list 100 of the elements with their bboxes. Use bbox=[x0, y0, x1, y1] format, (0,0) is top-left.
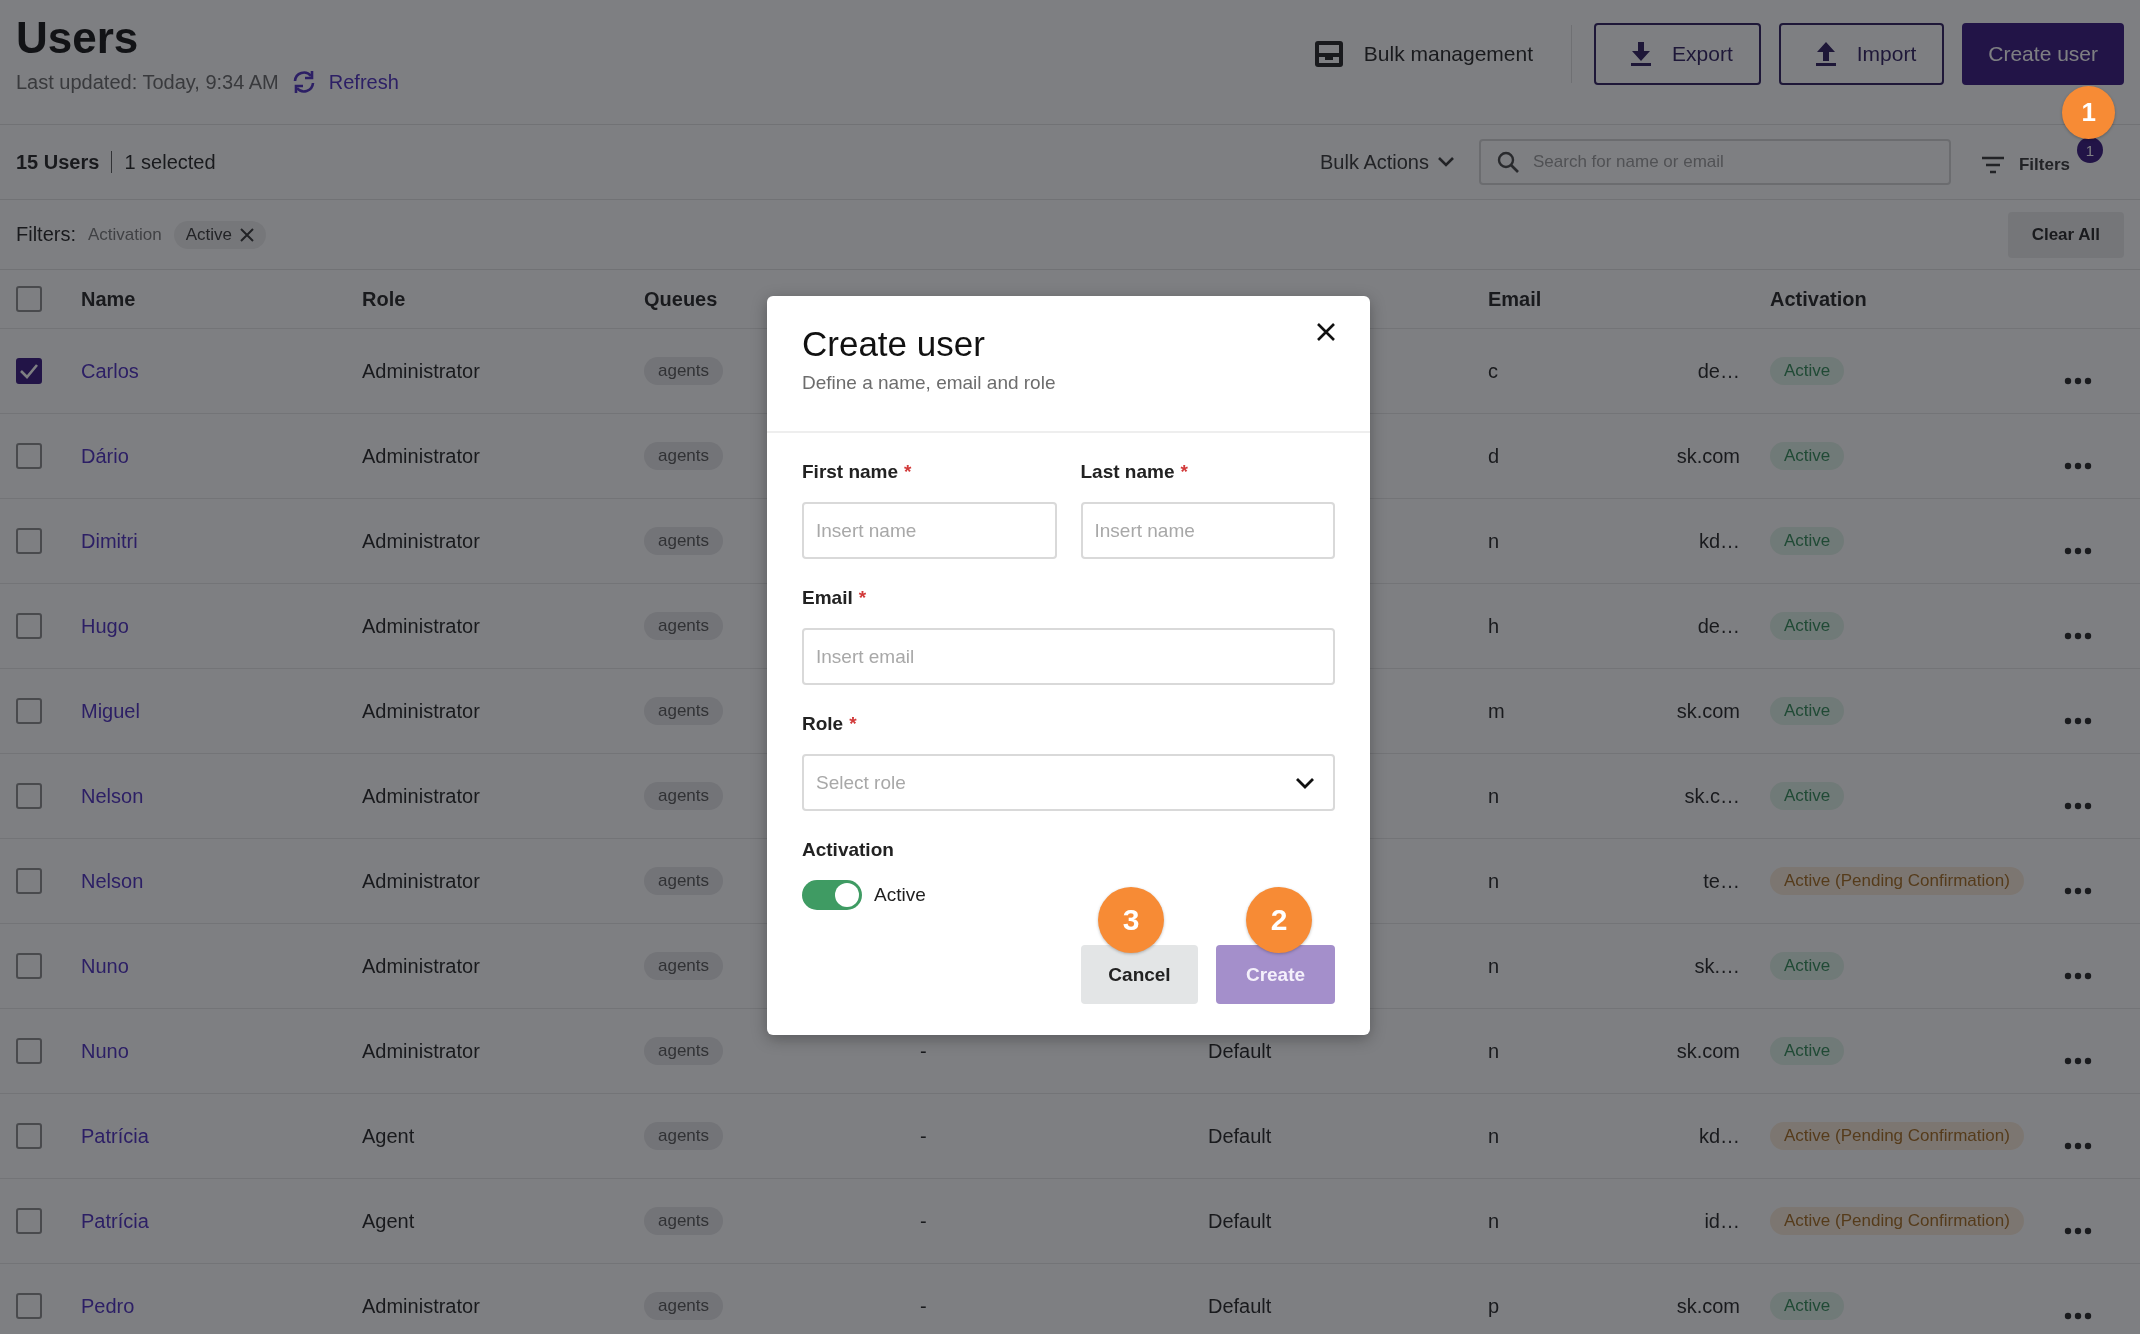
activation-label: Activation bbox=[802, 838, 895, 862]
checkbox[interactable] bbox=[16, 1208, 42, 1234]
more-icon[interactable] bbox=[2064, 972, 2092, 980]
user-name-link[interactable]: Hugo bbox=[81, 614, 129, 638]
user-name-link[interactable]: Dário bbox=[81, 444, 129, 468]
checkbox[interactable] bbox=[16, 1123, 42, 1149]
field-label: Role * bbox=[802, 712, 858, 736]
page-title: Users bbox=[16, 14, 140, 62]
select-field[interactable]: Select role bbox=[802, 754, 1335, 811]
table-cell-text: - bbox=[920, 1039, 928, 1063]
filter-field-label: Activation bbox=[88, 224, 162, 245]
more-icon[interactable] bbox=[2064, 632, 2092, 640]
status-tag: Active bbox=[1770, 442, 1845, 470]
search-icon bbox=[1496, 151, 1519, 173]
bulk-management-button[interactable]: Bulk management bbox=[1297, 23, 1550, 85]
table-cell-text: - bbox=[920, 1209, 928, 1233]
queue-tag: agents bbox=[644, 442, 724, 470]
close-icon bbox=[240, 227, 254, 242]
user-name-link[interactable]: Dimitri bbox=[81, 529, 138, 553]
user-count: 15 Users bbox=[16, 150, 100, 174]
checkbox[interactable] bbox=[16, 1038, 42, 1064]
checkbox[interactable] bbox=[16, 1293, 42, 1319]
status-tag: Active bbox=[1770, 357, 1845, 385]
input-field[interactable]: Insert email bbox=[802, 628, 1335, 685]
role-cell-text: Administrator bbox=[362, 444, 481, 468]
more-icon[interactable] bbox=[2064, 887, 2092, 895]
email-cell-end: de… bbox=[1697, 359, 1740, 383]
status-tag: Active (Pending Confirmation) bbox=[1770, 1207, 2024, 1235]
checkbox[interactable] bbox=[16, 953, 42, 979]
column-header: Queues bbox=[644, 287, 719, 311]
cancel-button[interactable]: Cancel bbox=[1081, 945, 1198, 1004]
input-field[interactable]: Insert name bbox=[802, 502, 1057, 559]
table-cell-text: Default bbox=[1208, 1294, 1273, 1318]
queue-tag: agents bbox=[644, 867, 724, 895]
clear-all-button[interactable]: Clear All bbox=[2007, 211, 2124, 258]
checkbox[interactable] bbox=[16, 528, 42, 554]
more-icon[interactable] bbox=[2064, 1227, 2092, 1235]
email-cell-start: n bbox=[1488, 529, 1500, 553]
more-icon[interactable] bbox=[2064, 802, 2092, 810]
tray-icon bbox=[1313, 40, 1344, 68]
select-all-checkbox[interactable] bbox=[16, 286, 42, 312]
email-cell-end: kd… bbox=[1698, 1124, 1740, 1148]
checkbox[interactable] bbox=[16, 783, 42, 809]
user-name-link[interactable]: Nelson bbox=[81, 869, 144, 893]
queue-tag: agents bbox=[644, 697, 724, 725]
email-cell-start: c bbox=[1488, 359, 1498, 383]
table-cell-text: - bbox=[920, 1124, 928, 1148]
toggle-label: Active bbox=[874, 884, 926, 906]
user-name-link[interactable]: Nuno bbox=[81, 1039, 129, 1063]
queue-tag: agents bbox=[644, 1122, 724, 1150]
email-cell-end: sk.com bbox=[1676, 444, 1740, 468]
role-cell-text: Agent bbox=[362, 1209, 416, 1233]
checkbox[interactable] bbox=[16, 698, 42, 724]
role-cell-text: Administrator bbox=[362, 1039, 481, 1063]
filter-icon bbox=[1980, 156, 2005, 174]
more-icon[interactable] bbox=[2064, 1057, 2092, 1065]
user-name-link[interactable]: Miguel bbox=[81, 699, 140, 723]
checkbox[interactable] bbox=[16, 613, 42, 639]
user-name-link[interactable]: Pedro bbox=[81, 1294, 135, 1318]
user-name-link[interactable]: Patrícia bbox=[81, 1209, 149, 1233]
more-icon[interactable] bbox=[2064, 717, 2092, 725]
email-cell-start: n bbox=[1488, 1039, 1500, 1063]
more-icon[interactable] bbox=[2064, 377, 2092, 385]
role-cell-text: Administrator bbox=[362, 614, 481, 638]
user-name-link[interactable]: Patrícia bbox=[81, 1124, 149, 1148]
toggle-switch[interactable] bbox=[802, 880, 862, 910]
user-name-link[interactable]: Nuno bbox=[81, 954, 129, 978]
close-icon bbox=[1316, 322, 1336, 342]
role-cell-text: Administrator bbox=[362, 784, 481, 808]
more-icon[interactable] bbox=[2064, 1142, 2092, 1150]
action-button[interactable]: Export bbox=[1594, 23, 1761, 85]
filters-label: Filters: bbox=[16, 223, 76, 246]
more-icon[interactable] bbox=[2064, 462, 2092, 470]
download-icon bbox=[1630, 41, 1653, 67]
role-cell-text: Administrator bbox=[362, 529, 481, 553]
filter-chip[interactable]: Active bbox=[173, 220, 266, 249]
email-cell-end: id… bbox=[1704, 1209, 1740, 1233]
checkbox[interactable] bbox=[16, 443, 42, 469]
upload-icon bbox=[1814, 41, 1837, 67]
more-icon[interactable] bbox=[2064, 1312, 2092, 1320]
user-name-link[interactable]: Carlos bbox=[81, 359, 139, 383]
status-tag: Active bbox=[1770, 952, 1845, 980]
user-name-link[interactable]: Nelson bbox=[81, 784, 144, 808]
action-button[interactable]: Import bbox=[1778, 23, 1945, 85]
field-label: Email * bbox=[802, 586, 868, 610]
checkbox[interactable] bbox=[16, 358, 42, 384]
input-field[interactable]: Insert name bbox=[1080, 502, 1335, 559]
role-cell-text: Administrator bbox=[362, 1294, 481, 1318]
status-tag: Active (Pending Confirmation) bbox=[1770, 867, 2024, 895]
filters-button[interactable]: Filters bbox=[1980, 155, 2070, 175]
checkbox[interactable] bbox=[16, 868, 42, 894]
create-user-button[interactable]: Create user bbox=[1962, 23, 2124, 85]
bulk-actions-dropdown[interactable]: Bulk Actions bbox=[1320, 150, 1455, 174]
more-icon[interactable] bbox=[2064, 547, 2092, 555]
email-cell-start: n bbox=[1488, 869, 1500, 893]
email-cell-start: n bbox=[1488, 784, 1500, 808]
status-tag: Active (Pending Confirmation) bbox=[1770, 1122, 2024, 1150]
refresh-link[interactable]: Refresh bbox=[328, 70, 399, 94]
queue-tag: agents bbox=[644, 357, 724, 385]
email-cell-start: n bbox=[1488, 954, 1500, 978]
